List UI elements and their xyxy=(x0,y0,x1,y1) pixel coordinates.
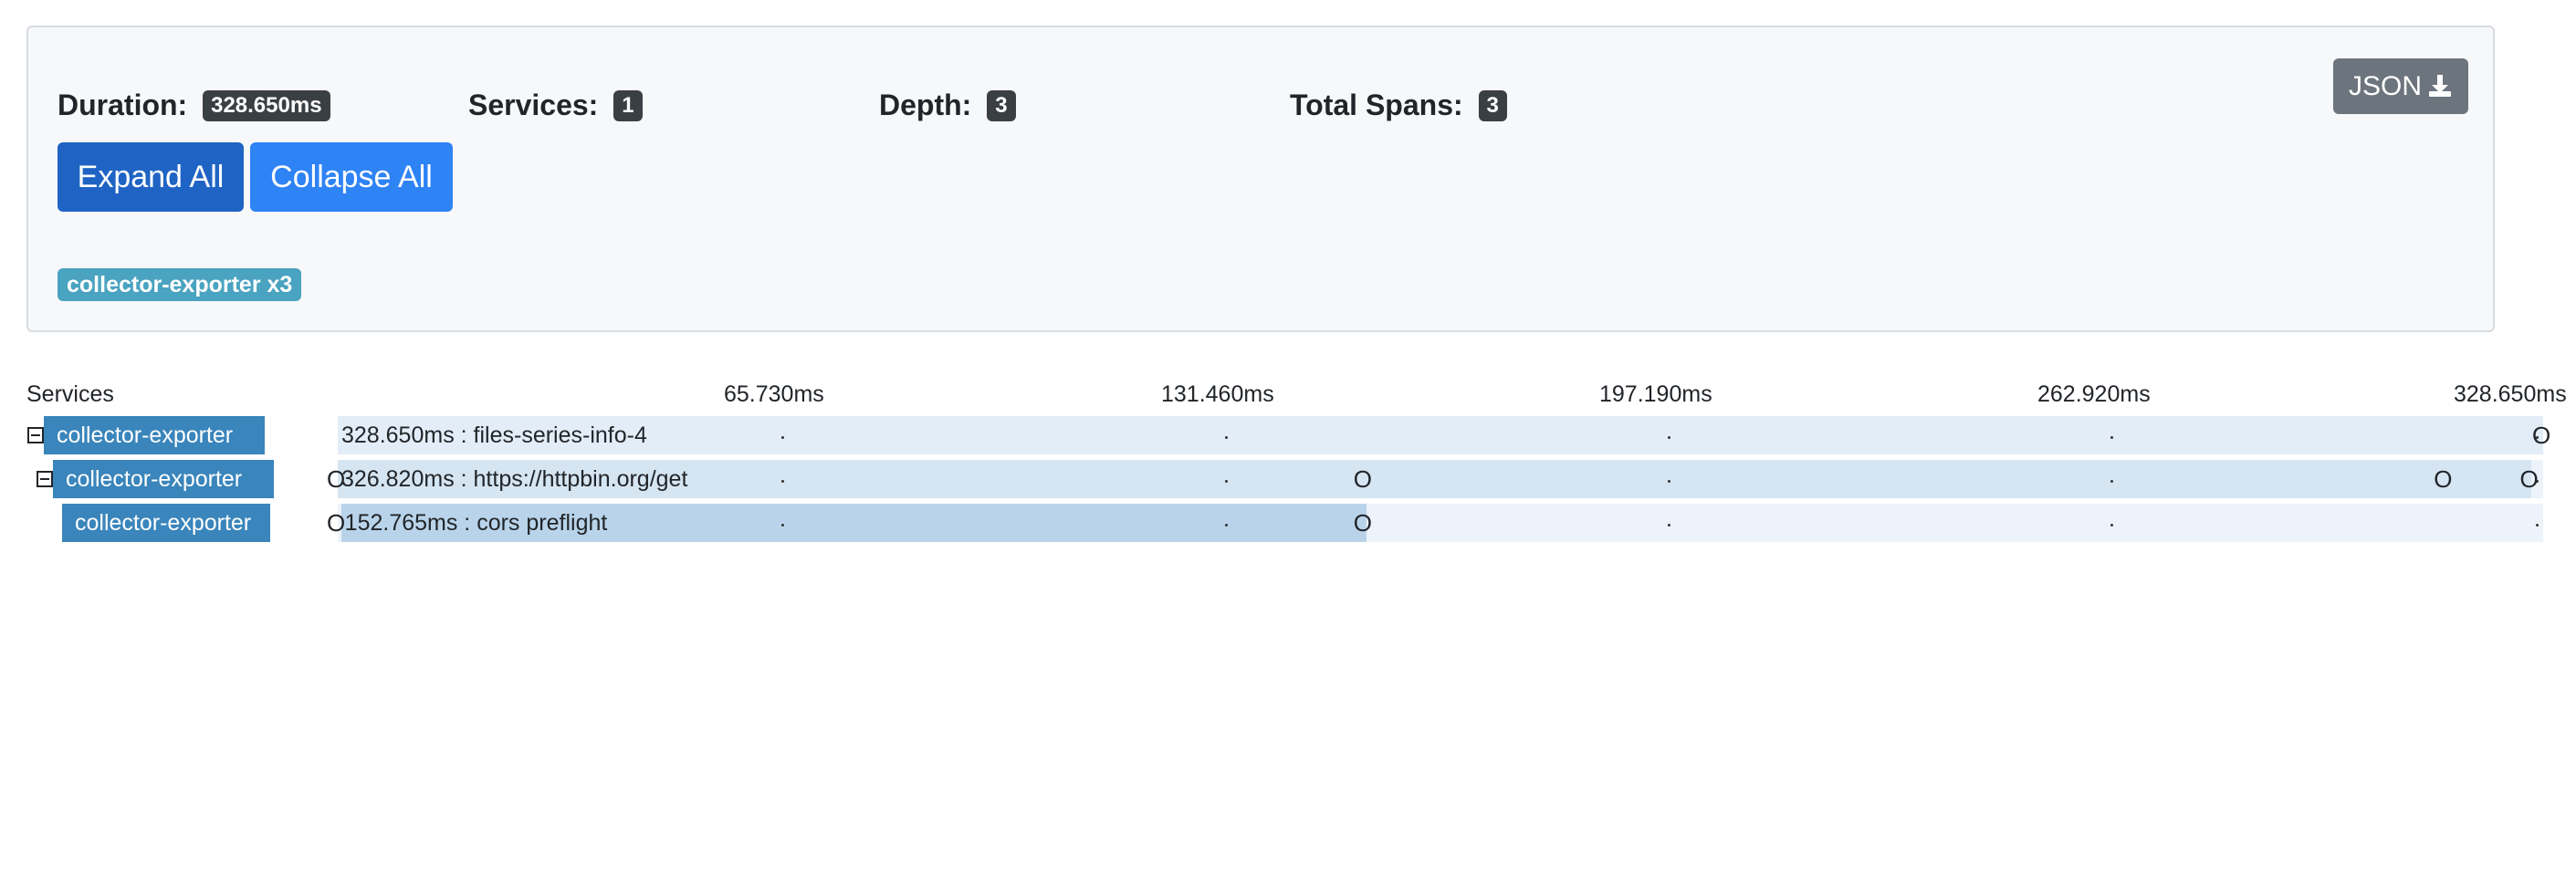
depth-badge: 3 xyxy=(987,89,1016,121)
timeline-gridline-dot xyxy=(781,524,784,527)
services-stat: Services: 1 xyxy=(468,87,643,122)
collapse-toggle-icon[interactable] xyxy=(37,471,53,487)
span-service-name[interactable]: collector-exporter xyxy=(44,416,265,454)
depth-stat: Depth: 3 xyxy=(879,87,1016,122)
span-service-name[interactable]: collector-exporter xyxy=(53,460,274,498)
axis-tick-label: 197.190ms xyxy=(1599,381,1712,407)
collapse-all-button[interactable]: Collapse All xyxy=(250,142,453,212)
timeline-gridline-dot xyxy=(781,480,784,483)
services-column-header: Services xyxy=(26,381,114,407)
trace-summary-panel: Duration: 328.650ms Services: 1 Depth: 3… xyxy=(26,26,2495,332)
span-event-marker: O xyxy=(2519,465,2539,493)
timeline-gridline-dot xyxy=(1225,480,1228,483)
timeline-gridline-dot xyxy=(2536,524,2539,527)
timeline-gridline-dot xyxy=(1668,436,1670,439)
json-button-label: JSON xyxy=(2348,71,2422,101)
span-event-marker: O xyxy=(2434,465,2453,493)
services-badge: 1 xyxy=(613,89,643,121)
timeline-gridline-dot xyxy=(1668,480,1670,483)
axis-tick-label: 328.650ms xyxy=(2454,381,2567,407)
span-label: 152.765ms : cors preflight xyxy=(344,510,608,536)
duration-badge: 328.650ms xyxy=(203,89,330,121)
timeline-gridline-dot xyxy=(2110,436,2113,439)
span-label: 328.650ms : files-series-info-4 xyxy=(341,422,647,448)
span-bar[interactable] xyxy=(338,416,2543,454)
span-service-name[interactable]: collector-exporter xyxy=(62,504,270,542)
depth-label: Depth: xyxy=(879,89,972,122)
span-event-marker: O xyxy=(327,509,346,537)
total-spans-stat: Total Spans: 3 xyxy=(1290,87,1507,122)
collapse-toggle-icon[interactable] xyxy=(27,427,44,443)
services-label: Services: xyxy=(468,89,599,122)
span-event-marker: O xyxy=(1353,465,1372,493)
download-icon xyxy=(2429,75,2451,97)
timeline-gridline-dot xyxy=(781,436,784,439)
axis-tick-label: 131.460ms xyxy=(1161,381,1274,407)
duration-stat: Duration: 328.650ms xyxy=(58,87,330,122)
span-event-marker: O xyxy=(2532,422,2551,449)
total-spans-badge: 3 xyxy=(1478,89,1507,121)
timeline-gridline-dot xyxy=(1225,524,1228,527)
json-download-button[interactable]: JSON xyxy=(2333,58,2468,114)
timeline-gridline-dot xyxy=(1225,436,1228,439)
span-label: 326.820ms : https://httpbin.org/get xyxy=(341,466,688,492)
axis-tick-label: 65.730ms xyxy=(724,381,824,407)
timeline-gridline-dot xyxy=(1668,524,1670,527)
service-count-chip[interactable]: collector-exporter x3 xyxy=(58,268,302,301)
total-spans-label: Total Spans: xyxy=(1290,89,1463,122)
duration-label: Duration: xyxy=(58,89,188,122)
timeline-gridline-dot xyxy=(2110,480,2113,483)
expand-all-button[interactable]: Expand All xyxy=(58,142,244,212)
axis-tick-label: 262.920ms xyxy=(2037,381,2151,407)
timeline-gridline-dot xyxy=(2110,524,2113,527)
span-event-marker: O xyxy=(1353,509,1372,537)
